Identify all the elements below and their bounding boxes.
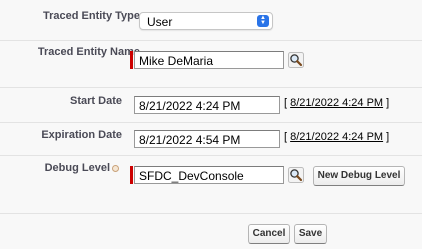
new-debug-level-button[interactable]: New Debug Level (313, 166, 405, 186)
cancel-button[interactable]: Cancel (248, 224, 290, 244)
divider (0, 122, 422, 123)
bracket-close: ] (386, 131, 390, 143)
expiration-date-label: Expiration Date (41, 129, 122, 141)
divider (0, 87, 422, 88)
magnifier-lookup-icon[interactable] (288, 167, 304, 183)
divider (0, 213, 422, 214)
bracket-close: ] (386, 97, 390, 109)
bracket-open: [ (284, 131, 288, 143)
bracket-open: [ (284, 97, 288, 109)
traced-entity-type-select[interactable]: User ▲ ▼ (139, 12, 273, 30)
traced-entity-name-input[interactable]: Mike DeMaria (134, 51, 284, 69)
divider (0, 40, 422, 41)
expiration-date-today-link[interactable]: [ 8/21/2022 4:24 PM ] (284, 131, 389, 143)
traced-entity-type-value: User (147, 15, 173, 29)
save-button[interactable]: Save (294, 224, 327, 244)
debug-level-label: Debug Level (44, 162, 110, 174)
debug-level-input[interactable]: SFDC_DevConsole (134, 166, 284, 184)
expiration-date-now-link[interactable]: 8/21/2022 4:24 PM (290, 131, 383, 143)
help-icon[interactable] (112, 165, 119, 172)
start-date-label: Start Date (70, 95, 122, 107)
required-indicator (130, 166, 133, 184)
up-down-chevron-icon: ▲ ▼ (257, 15, 269, 27)
expiration-date-input[interactable]: 8/21/2022 4:54 PM (134, 130, 280, 148)
traced-entity-name-label: Traced Entity Name (37, 46, 140, 58)
divider (0, 155, 422, 156)
start-date-input[interactable]: 8/21/2022 4:24 PM (134, 96, 280, 114)
magnifier-lookup-icon[interactable] (288, 52, 304, 68)
traced-entity-type-label: Traced Entity Type (43, 10, 140, 22)
start-date-today-link[interactable]: [ 8/21/2022 4:24 PM ] (284, 97, 389, 109)
start-date-now-link[interactable]: 8/21/2022 4:24 PM (290, 97, 383, 109)
required-indicator (130, 51, 133, 69)
